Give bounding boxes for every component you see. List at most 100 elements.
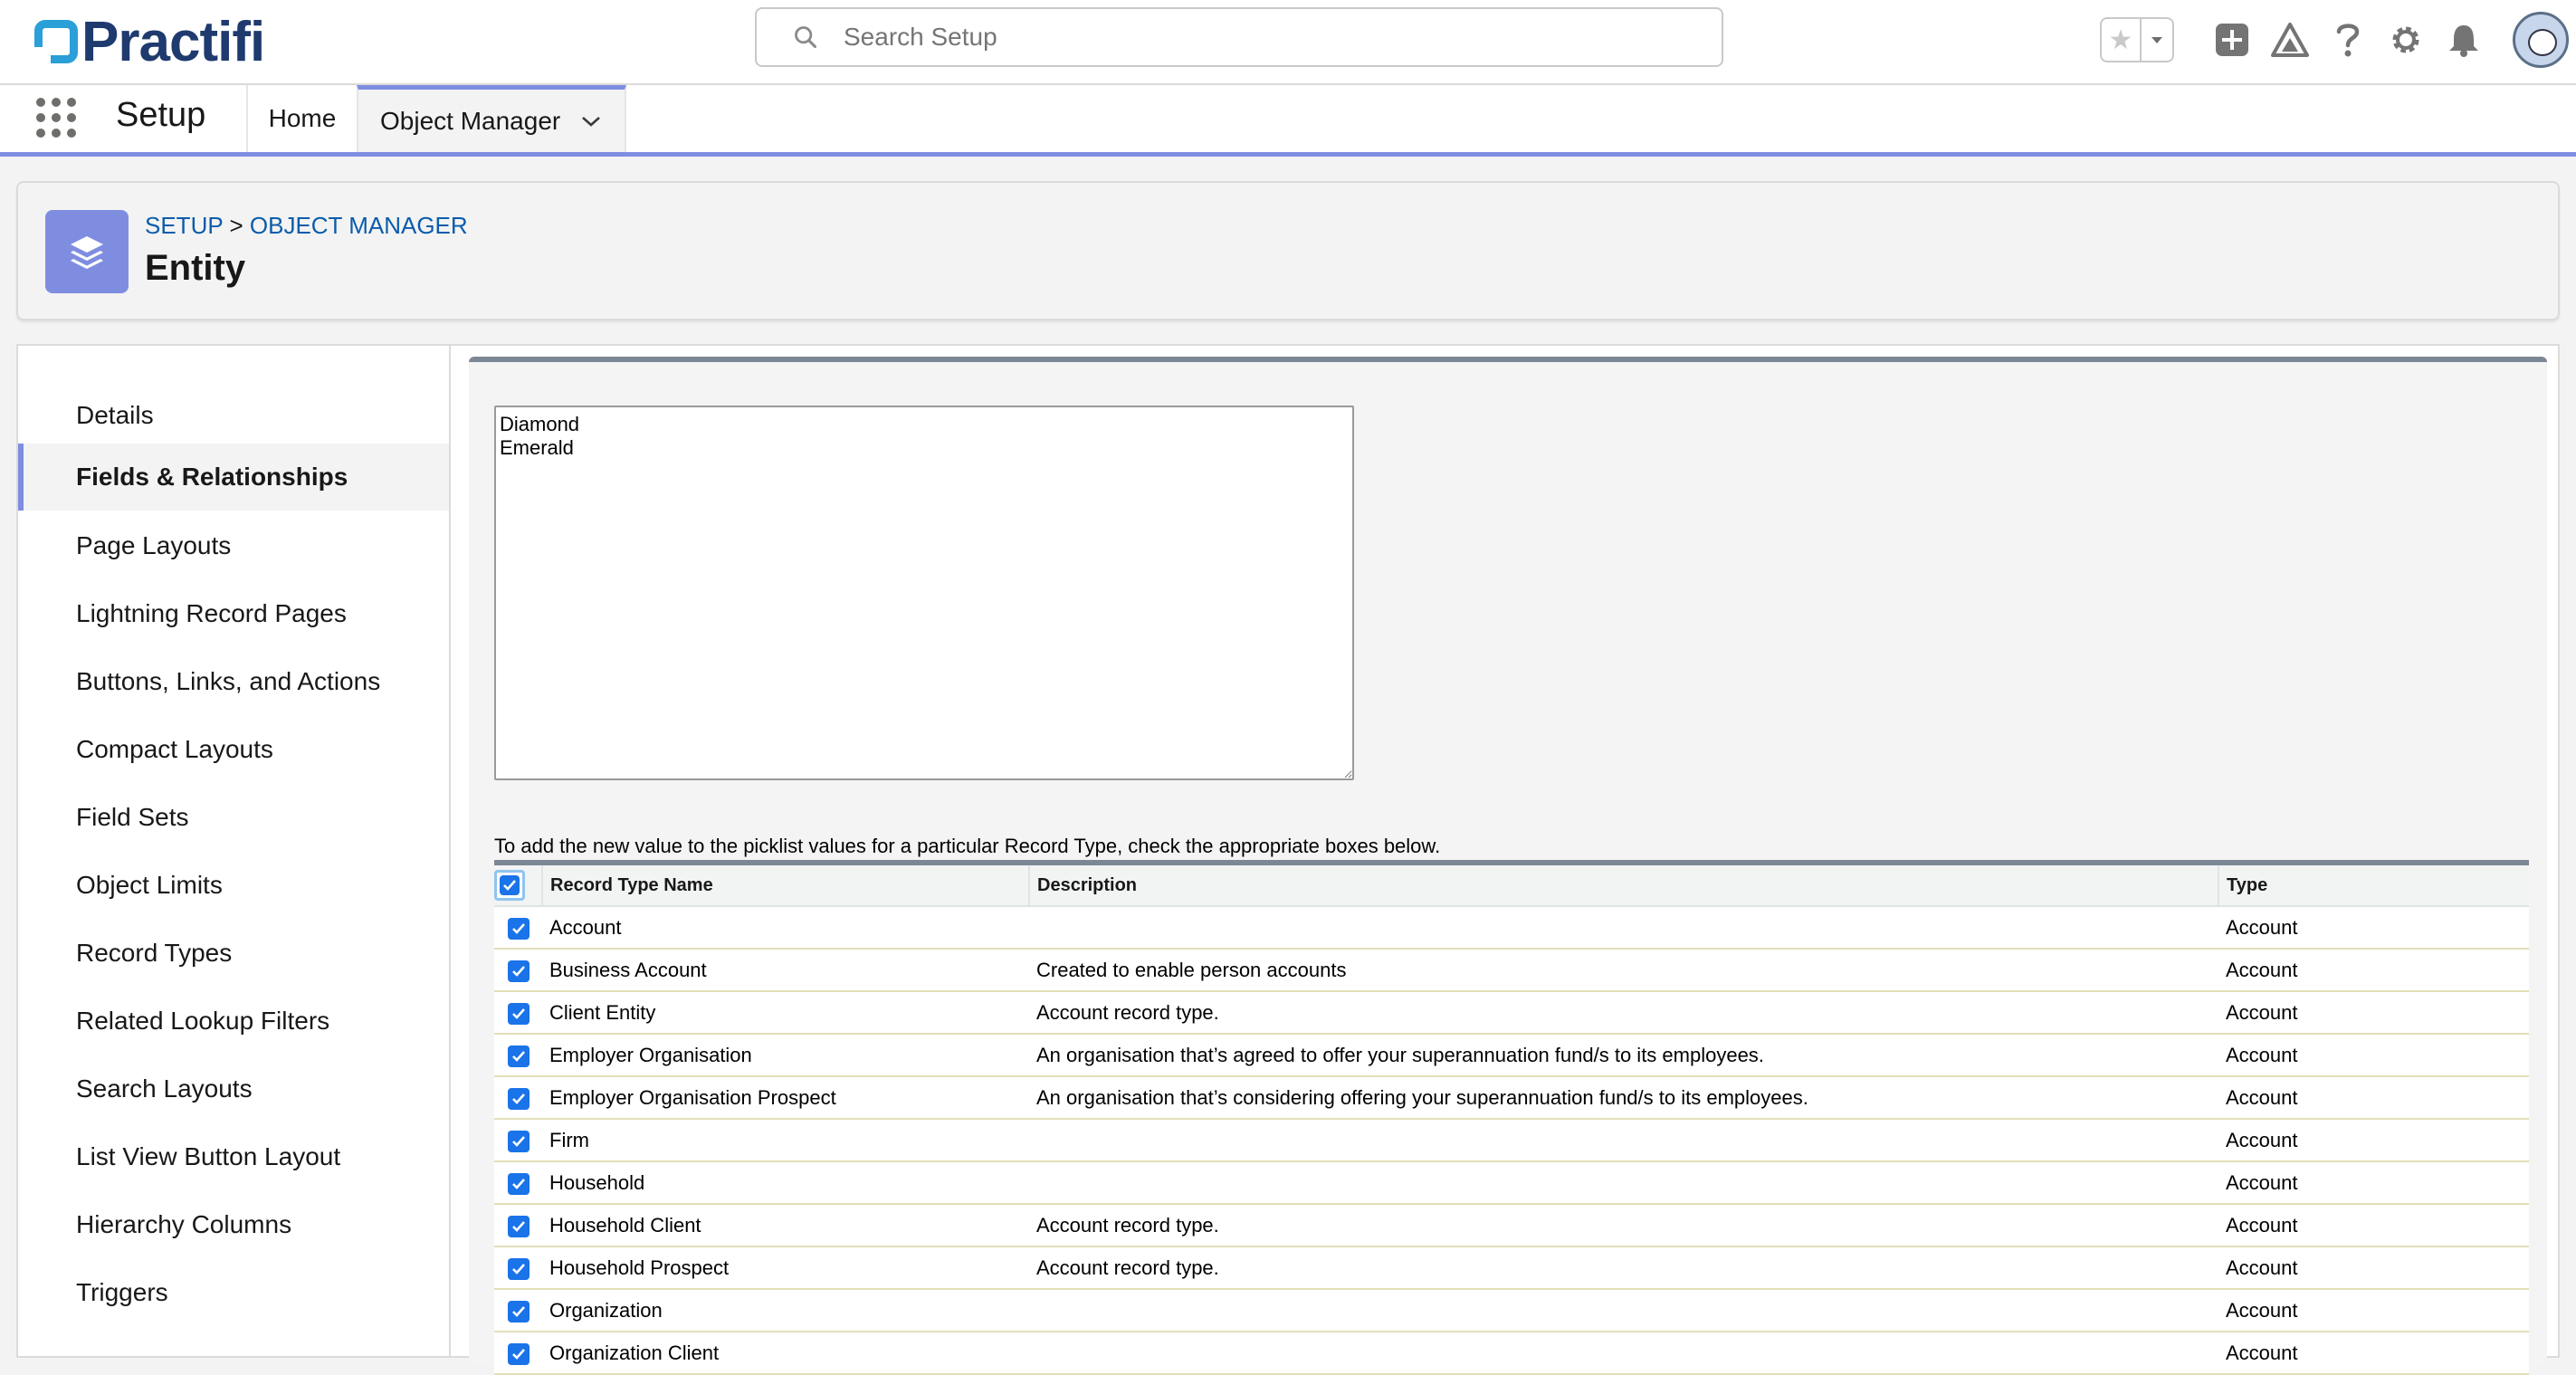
practifi-logo-mark-icon <box>34 20 78 63</box>
tab-home[interactable]: Home <box>246 85 357 152</box>
global-actions-plus-icon[interactable] <box>2210 18 2254 62</box>
search-input[interactable] <box>842 22 1660 53</box>
picklist-values-panel: To add the new value to the picklist val… <box>469 357 2547 1375</box>
sidebar-item-label: Triggers <box>76 1278 168 1306</box>
brand-name: Practifi <box>81 10 265 73</box>
record-type-checkbox[interactable] <box>507 1087 530 1110</box>
record-types-table-body: Account Account Business Account Created to… <box>494 906 2529 1375</box>
help-icon[interactable] <box>2326 18 2370 62</box>
sidebar-item-triggers[interactable]: Triggers <box>18 1259 449 1326</box>
sidebar-item-fields-relationships[interactable]: Fields & Relationships <box>18 444 449 511</box>
record-type-description-cell <box>1029 1289 2218 1332</box>
notifications-bell-icon[interactable] <box>2442 18 2485 62</box>
table-row: Account Account <box>494 906 2529 950</box>
record-type-name-cell: Organization Client <box>542 1332 1029 1375</box>
row-checkbox-cell <box>494 906 542 950</box>
sidebar-item-label: List View Button Layout <box>76 1142 341 1170</box>
header-utility-icons: ★ <box>2100 11 2576 69</box>
sidebar-item-compact-layouts[interactable]: Compact Layouts <box>18 716 449 783</box>
checkmark-icon <box>511 922 525 934</box>
record-type-type-cell: Account <box>2218 1034 2529 1077</box>
sidebar-item-details[interactable]: Details <box>18 382 449 449</box>
sidebar-item-label: Fields & Relationships <box>76 463 348 491</box>
favorites-dropdown-icon[interactable] <box>2142 19 2172 61</box>
user-avatar[interactable] <box>2513 12 2569 68</box>
checkmark-icon <box>500 875 520 895</box>
global-header: Practifi ★ <box>0 0 2576 85</box>
record-type-description-cell: Account record type. <box>1029 991 2218 1035</box>
breadcrumb-separator: > <box>229 212 243 239</box>
record-type-name-cell: Firm <box>542 1119 1029 1162</box>
app-launcher-icon[interactable] <box>36 98 76 138</box>
practifi-logo[interactable]: Practifi <box>34 9 265 74</box>
table-row: Household Prospect Account record type. Ac… <box>494 1246 2529 1290</box>
tab-home-label: Home <box>268 104 337 132</box>
setup-gear-icon[interactable] <box>2384 18 2428 62</box>
column-header-type[interactable]: Type <box>2218 863 2529 907</box>
record-type-checkbox[interactable] <box>507 1215 530 1237</box>
row-checkbox-cell <box>494 991 542 1035</box>
sidebar-item-search-layouts[interactable]: Search Layouts <box>18 1055 449 1122</box>
record-type-name-cell: Organization <box>542 1289 1029 1332</box>
row-checkbox-cell <box>494 1204 542 1247</box>
sidebar-item-field-sets[interactable]: Field Sets <box>18 784 449 851</box>
table-row: Business Account Created to enable person… <box>494 949 2529 992</box>
record-type-description-cell <box>1029 1332 2218 1375</box>
sidebar-item-lightning-record-pages[interactable]: Lightning Record Pages <box>18 580 449 647</box>
sidebar-item-page-layouts[interactable]: Page Layouts <box>18 512 449 579</box>
table-row: Household Account <box>494 1161 2529 1205</box>
sidebar-item-related-lookup-filters[interactable]: Related Lookup Filters <box>18 988 449 1055</box>
row-checkbox-cell <box>494 1289 542 1332</box>
picklist-values-textarea[interactable] <box>494 406 1354 780</box>
select-all-checkbox[interactable] <box>494 870 525 901</box>
record-type-checkbox[interactable] <box>507 1300 530 1322</box>
table-row: Employer Organisation An organisation tha… <box>494 1034 2529 1077</box>
breadcrumb-setup-link[interactable]: SETUP <box>145 212 223 239</box>
sidebar-item-record-types[interactable]: Record Types <box>18 920 449 987</box>
table-row: Organization Account <box>494 1289 2529 1332</box>
record-type-checkbox[interactable] <box>507 960 530 982</box>
record-type-type-cell: Account <box>2218 1289 2529 1332</box>
sidebar-item-label: Compact Layouts <box>76 735 273 763</box>
sidebar-item-object-limits[interactable]: Object Limits <box>18 852 449 919</box>
favorite-star-icon[interactable]: ★ <box>2102 19 2142 61</box>
record-type-type-cell: Account <box>2218 1119 2529 1162</box>
main-content: To add the new value to the picklist val… <box>449 344 2560 1375</box>
sidebar-item-list-view-button-layout[interactable]: List View Button Layout <box>18 1123 449 1190</box>
sidebar-item-label: Buttons, Links, and Actions <box>76 667 381 695</box>
table-row: Firm Account <box>494 1119 2529 1162</box>
checkmark-icon <box>511 1093 525 1104</box>
record-type-checkbox[interactable] <box>507 917 530 940</box>
sidebar-item-buttons-links-actions[interactable]: Buttons, Links, and Actions <box>18 648 449 715</box>
tab-object-manager[interactable]: Object Manager <box>357 85 626 152</box>
trailhead-guidance-icon[interactable] <box>2268 18 2312 62</box>
sidebar-item-hierarchy-columns[interactable]: Hierarchy Columns <box>18 1191 449 1258</box>
search-setup-box[interactable] <box>755 7 1723 67</box>
row-checkbox-cell <box>494 1076 542 1120</box>
record-type-description-cell: An organisation that’s agreed to offer y… <box>1029 1034 2218 1077</box>
record-type-checkbox[interactable] <box>507 1045 530 1067</box>
column-header-record-type-name[interactable]: Record Type Name <box>542 863 1030 907</box>
row-checkbox-cell <box>494 949 542 992</box>
row-checkbox-cell <box>494 1332 542 1375</box>
chevron-down-icon[interactable] <box>580 114 602 129</box>
table-row: Organization Client Account <box>494 1332 2529 1375</box>
column-header-description[interactable]: Description <box>1029 863 2219 907</box>
app-navigation-bar: Setup Home Object Manager <box>0 85 2576 157</box>
record-type-checkbox[interactable] <box>507 1172 530 1195</box>
checkmark-icon <box>511 1305 525 1317</box>
app-name: Setup <box>116 96 206 134</box>
record-type-description-cell: Created to enable person accounts <box>1029 949 2218 992</box>
favorites-control[interactable]: ★ <box>2100 17 2174 62</box>
breadcrumb-object-manager-link[interactable]: OBJECT MANAGER <box>250 212 468 239</box>
record-type-type-cell: Account <box>2218 906 2529 950</box>
record-type-checkbox[interactable] <box>507 1130 530 1152</box>
page-title: Entity <box>145 248 246 288</box>
record-type-checkbox[interactable] <box>507 1342 530 1365</box>
checkmark-icon <box>511 1178 525 1189</box>
checkmark-icon <box>511 1220 525 1232</box>
table-header-row: Record Type Name Description Type <box>494 863 2529 907</box>
record-type-checkbox[interactable] <box>507 1002 530 1025</box>
sidebar-item-label: Record Types <box>76 939 233 967</box>
record-type-checkbox[interactable] <box>507 1257 530 1280</box>
